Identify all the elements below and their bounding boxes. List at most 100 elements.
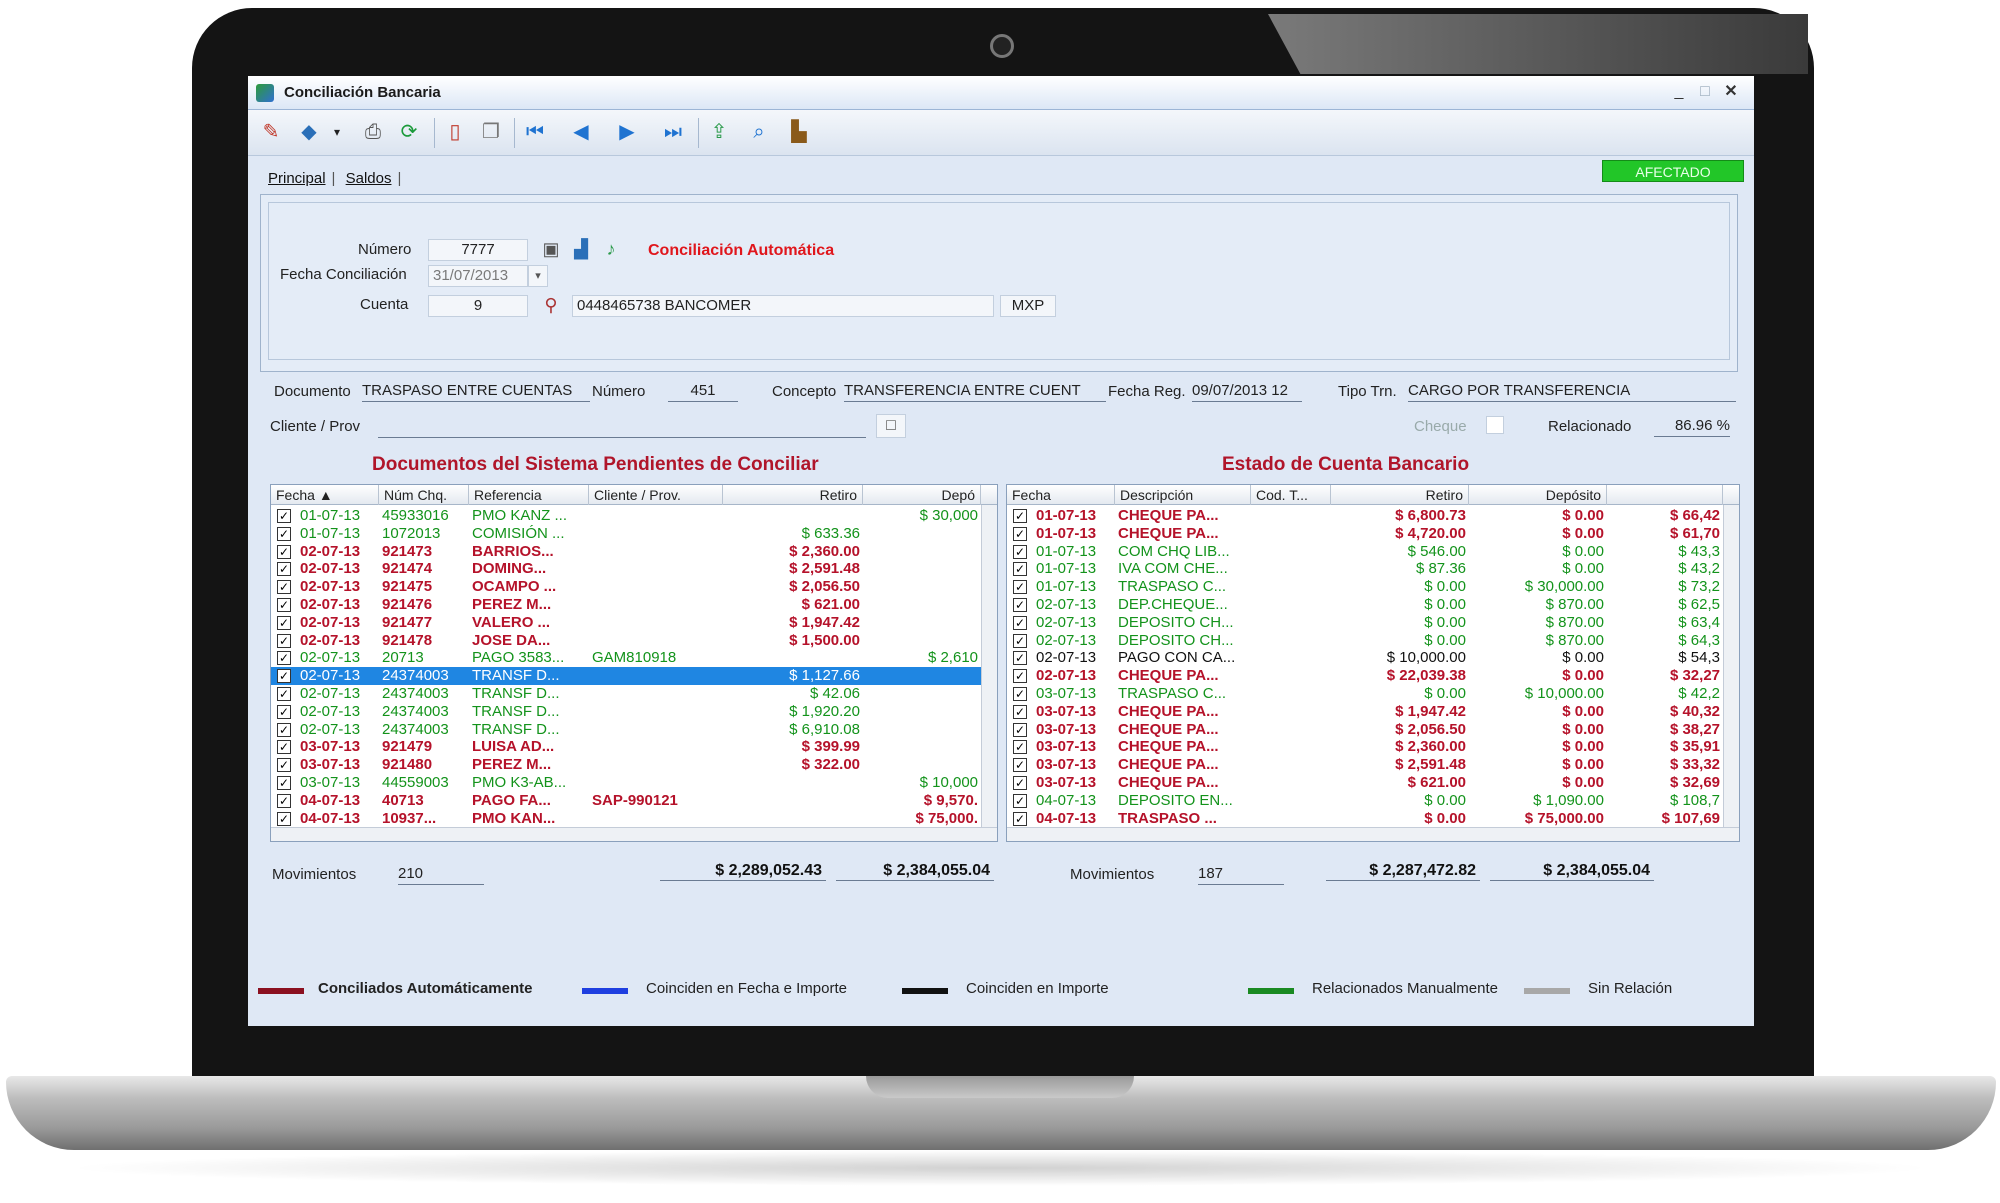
col-cliente-prov[interactable]: Cliente / Prov.	[589, 485, 723, 505]
row-checkbox[interactable]: ✓	[277, 651, 291, 666]
row-checkbox[interactable]: ✓	[277, 580, 291, 595]
last-record-icon[interactable]: ⏭	[658, 117, 688, 147]
search-icon[interactable]: ⌕	[744, 117, 774, 147]
table-row[interactable]: ✓ 02-07-13 DEPOSITO CH... $ 0.00 $ 870.00 $ 6…	[1007, 632, 1739, 650]
row-checkbox[interactable]: ✓	[1013, 740, 1027, 755]
row-checkbox[interactable]: ✓	[277, 544, 291, 559]
vertical-scrollbar[interactable]	[1723, 505, 1739, 827]
minimize-icon[interactable]: _	[1668, 80, 1690, 104]
table-row[interactable]: ✓ 01-07-13 IVA COM CHE... $ 87.36 $ 0.00 $ 43…	[1007, 560, 1739, 578]
row-checkbox[interactable]: ✓	[277, 793, 291, 808]
row-checkbox[interactable]: ✓	[1013, 776, 1027, 790]
close-icon[interactable]: ✕	[1720, 80, 1742, 104]
table-row[interactable]: ✓ 04-07-13 40713 PAGO FA... SAP-990121 $ 9,57…	[271, 792, 997, 810]
horizontal-scrollbar[interactable]	[1007, 827, 1739, 841]
refresh-icon[interactable]: ⟳	[394, 117, 424, 147]
row-checkbox[interactable]: ✓	[277, 776, 291, 790]
maximize-icon[interactable]: □	[1694, 80, 1716, 104]
col-deposito[interactable]: Depósito	[1469, 485, 1607, 505]
table-row[interactable]: ✓ 01-07-13 TRASPASO C... $ 0.00 $ 30,000.00 $…	[1007, 578, 1739, 596]
col-saldo[interactable]	[1607, 485, 1723, 505]
row-checkbox[interactable]: ✓	[277, 669, 291, 684]
edit-icon[interactable]: ✎	[256, 117, 286, 147]
table-row[interactable]: ✓ 03-07-13 CHEQUE PA... $ 2,360.00 $ 0.00 $ 3…	[1007, 738, 1739, 756]
row-checkbox[interactable]: ✓	[1013, 687, 1027, 701]
row-checkbox[interactable]: ✓	[1013, 598, 1027, 612]
row-checkbox[interactable]: ✓	[277, 562, 291, 577]
row-checkbox[interactable]: ✓	[1013, 669, 1027, 684]
save-icon[interactable]: ◆	[294, 117, 324, 147]
row-checkbox[interactable]: ✓	[277, 687, 291, 701]
cuenta-field[interactable]: 9	[428, 295, 528, 317]
row-checkbox[interactable]: ✓	[1013, 722, 1027, 737]
table-row[interactable]: ✓ 02-07-13 24374003 TRANSF D... $ 42.06	[271, 685, 997, 703]
table-row[interactable]: ✓ 01-07-13 1072013 COMISIÓN ... $ 633.36	[271, 525, 997, 543]
next-record-icon[interactable]: ▶	[612, 117, 642, 147]
bell-icon[interactable]: ♪	[598, 236, 624, 262]
row-checkbox[interactable]: ✓	[277, 722, 291, 737]
row-checkbox[interactable]: ✓	[277, 811, 291, 826]
col-fecha[interactable]: Fecha	[1007, 485, 1115, 505]
row-checkbox[interactable]: ✓	[1013, 633, 1027, 648]
table-row[interactable]: ✓ 04-07-13 DEPOSITO EN... $ 0.00 $ 1,090.00 $…	[1007, 792, 1739, 810]
table-row[interactable]: ✓ 04-07-13 TRASPASO ... $ 0.00 $ 75,000.00 $ …	[1007, 810, 1739, 828]
row-checkbox[interactable]: ✓	[1013, 526, 1027, 541]
table-row[interactable]: ✓ 01-07-13 COM CHQ LIB... $ 546.00 $ 0.00 $ 4…	[1007, 543, 1739, 561]
table-row[interactable]: ✓ 02-07-13 24374003 TRANSF D... $ 6,910.08	[271, 721, 997, 739]
table-row[interactable]: ✓ 02-07-13 PAGO CON CA... $ 10,000.00 $ 0.00…	[1007, 649, 1739, 667]
table-row[interactable]: ✓ 01-07-13 CHEQUE PA... $ 6,800.73 $ 0.00 $ 6…	[1007, 507, 1739, 525]
previous-record-icon[interactable]: ◀	[566, 117, 596, 147]
fecha-conciliacion-field[interactable]: 31/07/2013	[428, 265, 528, 287]
table-row[interactable]: ✓ 02-07-13 24374003 TRANSF D... $ 1,127.66	[271, 667, 997, 686]
col-num-chq[interactable]: Núm Chq.	[379, 485, 469, 505]
table-row[interactable]: ✓ 03-07-13 921480 PEREZ M... $ 322.00	[271, 756, 997, 774]
first-record-icon[interactable]: ⏮	[520, 117, 550, 147]
table-row[interactable]: ✓ 03-07-13 CHEQUE PA... $ 2,056.50 $ 0.00 $ 3…	[1007, 721, 1739, 739]
row-checkbox[interactable]: ✓	[277, 598, 291, 612]
table-row[interactable]: ✓ 02-07-13 921476 PEREZ M... $ 621.00	[271, 596, 997, 614]
horizontal-scrollbar[interactable]	[271, 827, 997, 841]
row-checkbox[interactable]: ✓	[1013, 651, 1027, 666]
row-checkbox[interactable]: ✓	[277, 758, 291, 773]
row-checkbox[interactable]: ✓	[1013, 811, 1027, 826]
table-row[interactable]: ✓ 02-07-13 20713 PAGO 3583... GAM810918 $ 2,6…	[271, 649, 997, 667]
table-row[interactable]: ✓ 03-07-13 CHEQUE PA... $ 1,947.42 $ 0.00 $ 4…	[1007, 703, 1739, 721]
export-icon[interactable]: ⇪	[704, 117, 734, 147]
table-row[interactable]: ✓ 03-07-13 44559003 PMO K3-AB... $ 10,000	[271, 774, 997, 792]
table-row[interactable]: ✓ 03-07-13 TRASPASO C... $ 0.00 $ 10,000.00 $…	[1007, 685, 1739, 703]
table-row[interactable]: ✓ 04-07-13 10937... PMO KAN... $ 75,000.	[271, 810, 997, 828]
tab-principal[interactable]: Principal	[262, 168, 332, 189]
row-checkbox[interactable]: ✓	[1013, 509, 1027, 523]
search-account-icon[interactable]: ⚲	[538, 292, 564, 318]
date-dropdown-icon[interactable]: ▾	[528, 265, 548, 287]
table-row[interactable]: ✓ 02-07-13 CHEQUE PA... $ 22,039.38 $ 0.00 $ …	[1007, 667, 1739, 685]
table-row[interactable]: ✓ 02-07-13 921478 JOSE DA... $ 1,500.00	[271, 632, 997, 650]
table-row[interactable]: ✓ 03-07-13 CHEQUE PA... $ 621.00 $ 0.00 $ 32,…	[1007, 774, 1739, 792]
table-row[interactable]: ✓ 02-07-13 921475 OCAMPO ... $ 2,056.50	[271, 578, 997, 596]
row-checkbox[interactable]: ✓	[277, 740, 291, 755]
table-row[interactable]: ✓ 02-07-13 DEPOSITO CH... $ 0.00 $ 870.00 $ 6…	[1007, 614, 1739, 632]
table-row[interactable]: ✓ 02-07-13 DEP.CHEQUE... $ 0.00 $ 870.00 $ 62…	[1007, 596, 1739, 614]
col-cod-t[interactable]: Cod. T...	[1251, 485, 1331, 505]
table-row[interactable]: ✓ 02-07-13 921473 BARRIOS... $ 2,360.00	[271, 543, 997, 561]
lookup-icon[interactable]: ▣	[538, 236, 564, 262]
table-row[interactable]: ✓ 01-07-13 CHEQUE PA... $ 4,720.00 $ 0.00 $ 6…	[1007, 525, 1739, 543]
col-referencia[interactable]: Referencia	[469, 485, 589, 505]
cliente-lookup-icon[interactable]: ◻	[876, 414, 906, 438]
table-row[interactable]: ✓ 02-07-13 921474 DOMING... $ 2,591.48	[271, 560, 997, 578]
row-checkbox[interactable]: ✓	[1013, 580, 1027, 595]
table-row[interactable]: ✓ 03-07-13 921479 LUISA AD... $ 399.99	[271, 738, 997, 756]
table-row[interactable]: ✓ 03-07-13 CHEQUE PA... $ 2,591.48 $ 0.00 $ 3…	[1007, 756, 1739, 774]
copy-icon[interactable]: ❐	[476, 117, 506, 147]
row-checkbox[interactable]: ✓	[1013, 615, 1027, 630]
col-retiro[interactable]: Retiro	[1331, 485, 1469, 505]
table-row[interactable]: ✓ 02-07-13 24374003 TRANSF D... $ 1,920.20	[271, 703, 997, 721]
row-checkbox[interactable]: ✓	[1013, 544, 1027, 559]
row-checkbox[interactable]: ✓	[1013, 562, 1027, 577]
row-checkbox[interactable]: ✓	[277, 615, 291, 630]
row-checkbox[interactable]: ✓	[277, 704, 291, 719]
exit-door-icon[interactable]: ▙	[784, 117, 814, 147]
cheque-checkbox[interactable]	[1486, 416, 1504, 434]
chevron-down-icon[interactable]: ▾	[322, 117, 352, 147]
tab-saldos[interactable]: Saldos	[340, 168, 398, 189]
